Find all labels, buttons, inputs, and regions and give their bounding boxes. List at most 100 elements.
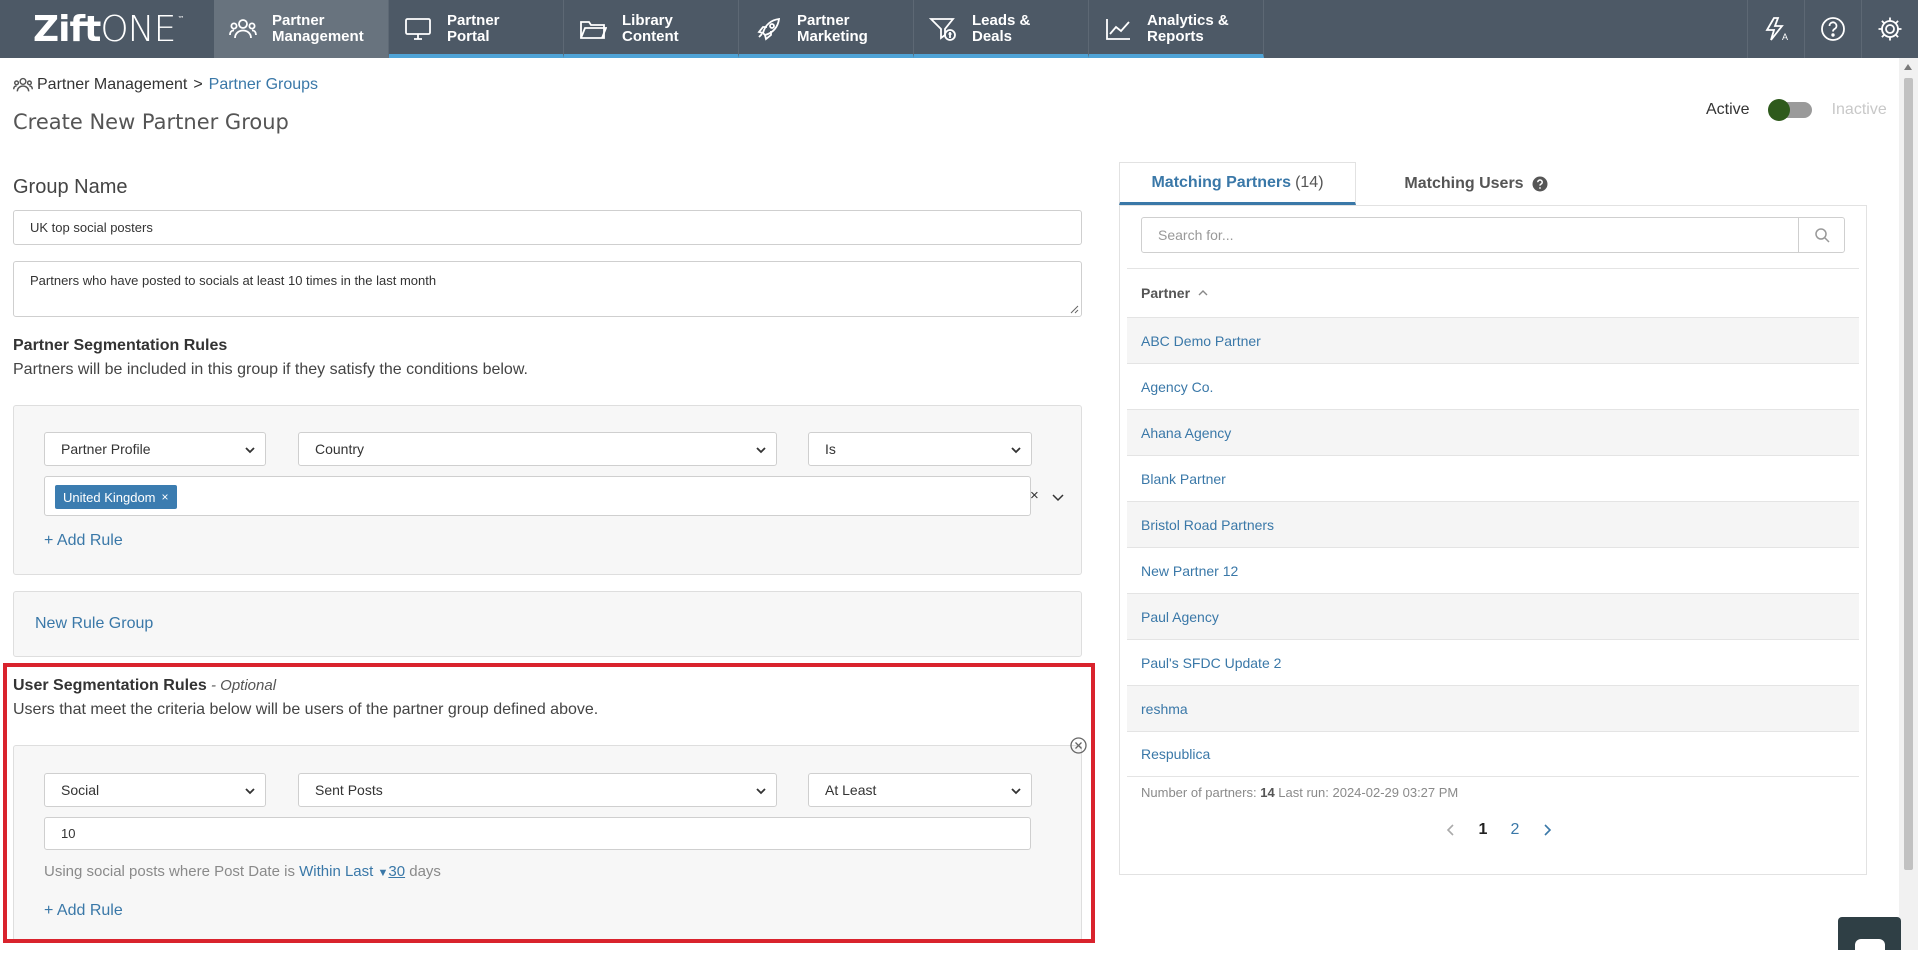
partner-list: ABC Demo Partner Agency Co. Ahana Agency…: [1127, 317, 1859, 777]
post-date-hint: Using social posts where Post Date is Wi…: [44, 863, 441, 880]
nav-tab-partner-management[interactable]: Partner Management: [214, 0, 389, 58]
sort-ascending-icon: [1198, 290, 1208, 296]
matching-panel: Matching Partners (14) Matching Users Pa…: [1119, 162, 1867, 875]
nav-tab-partner-marketing[interactable]: Partner Marketing: [739, 0, 914, 58]
chevron-down-icon: [245, 788, 255, 795]
top-navigation: Zift ONE ™ Partner Management Partner Po…: [0, 0, 1918, 58]
table-row[interactable]: Paul's SFDC Update 2: [1127, 639, 1859, 685]
svg-text:A: A: [1782, 32, 1788, 42]
table-row[interactable]: Blank Partner: [1127, 455, 1859, 501]
partner-rule-operator-select[interactable]: Is: [808, 432, 1032, 466]
nav-tab-leads-deals[interactable]: Leads & Deals: [914, 0, 1089, 58]
translate-icon[interactable]: A: [1747, 0, 1804, 58]
user-rule-field-select[interactable]: Sent Posts: [298, 773, 777, 807]
footer-label: Number of partners:: [1141, 785, 1261, 800]
help-icon[interactable]: [1804, 0, 1861, 58]
chat-widget-button[interactable]: [1838, 917, 1901, 955]
search-button[interactable]: [1798, 218, 1844, 252]
nav-tab-label: Partner Portal: [447, 12, 500, 45]
days-number-link[interactable]: 30: [388, 863, 405, 880]
rocket-icon: [753, 14, 783, 44]
user-rules-title: User Segmentation Rules - Optional: [13, 677, 276, 695]
group-name-input[interactable]: UK top social posters: [13, 210, 1082, 245]
user-rule-category-select[interactable]: Social: [44, 773, 266, 807]
within-last-dropdown[interactable]: Within Last: [299, 863, 373, 880]
page-scrollbar[interactable]: [1899, 58, 1918, 950]
scrollbar-thumb[interactable]: [1904, 78, 1913, 870]
user-add-rule-link[interactable]: + Add Rule: [44, 902, 123, 920]
partner-rule-field-select[interactable]: Country: [298, 432, 777, 466]
logo-text-bold: Zift: [33, 8, 101, 50]
close-circle-icon[interactable]: [1070, 737, 1087, 754]
active-inactive-switch[interactable]: [1767, 99, 1812, 121]
table-row[interactable]: reshma: [1127, 685, 1859, 731]
table-row[interactable]: Ahana Agency: [1127, 409, 1859, 455]
status-inactive-label: Inactive: [1831, 101, 1887, 118]
nav-tab-label: Leads & Deals: [972, 12, 1031, 45]
column-header-label: Partner: [1141, 285, 1191, 301]
line-chart-icon: [1103, 14, 1133, 44]
nav-tab-analytics-reports[interactable]: Analytics & Reports: [1089, 0, 1264, 58]
user-rules-description: Users that meet the criteria below will …: [13, 701, 599, 718]
select-value: Is: [825, 441, 836, 457]
caret-down-icon[interactable]: ▼: [378, 867, 389, 879]
question-circle-icon[interactable]: [1532, 176, 1548, 192]
chevron-down-icon: [1011, 788, 1021, 795]
breadcrumb-root[interactable]: Partner Management: [37, 76, 187, 94]
clear-selection-button[interactable]: ×: [1030, 487, 1039, 504]
partner-search-input[interactable]: [1142, 218, 1800, 252]
table-row[interactable]: Paul Agency: [1127, 593, 1859, 639]
table-row[interactable]: ABC Demo Partner: [1127, 317, 1859, 363]
new-rule-group-link[interactable]: New Rule Group: [35, 615, 153, 633]
nav-tab-library-content[interactable]: Library Content: [564, 0, 739, 58]
tab-matching-users[interactable]: Matching Users: [1356, 162, 1596, 205]
resize-grip-icon[interactable]: [1069, 304, 1079, 314]
gear-icon[interactable]: [1861, 0, 1918, 58]
chevron-down-icon[interactable]: [1051, 491, 1065, 505]
tab-label: Matching Users: [1404, 174, 1524, 192]
table-row[interactable]: New Partner 12: [1127, 547, 1859, 593]
tab-label: Matching Partners: [1151, 173, 1292, 191]
hint-suffix: days: [405, 863, 441, 880]
logo-text-light: ONE: [100, 8, 176, 50]
user-rules-title-text: User Segmentation Rules: [13, 677, 207, 694]
user-rule-operator-select[interactable]: At Least: [808, 773, 1032, 807]
group-description-text: Partners who have posted to socials at l…: [30, 273, 437, 288]
select-value: At Least: [825, 782, 877, 798]
footer-last-run: Last run: 2024-02-29 03:27 PM: [1274, 785, 1459, 800]
table-row[interactable]: Bristol Road Partners: [1127, 501, 1859, 547]
prev-page-button[interactable]: [1435, 820, 1467, 840]
next-page-button[interactable]: [1531, 820, 1563, 840]
table-row[interactable]: Respublica: [1127, 731, 1859, 777]
partner-count-info: Number of partners: 14 Last run: 2024-02…: [1141, 785, 1458, 800]
matching-partners-body: Partner ABC Demo Partner Agency Co. Ahan…: [1119, 205, 1867, 875]
group-name-heading: Group Name: [13, 176, 128, 198]
scroll-up-arrow[interactable]: [1904, 64, 1912, 70]
country-tag-input[interactable]: United Kingdom × ×: [44, 476, 1064, 516]
tab-matching-partners[interactable]: Matching Partners (14): [1119, 162, 1356, 205]
logo-trademark: ™: [177, 14, 184, 23]
tag-label: United Kingdom: [63, 489, 156, 505]
tab-count: (14): [1295, 173, 1324, 191]
optional-label: - Optional: [206, 677, 277, 694]
chevron-left-icon: [1446, 824, 1454, 836]
table-row[interactable]: Agency Co.: [1127, 363, 1859, 409]
user-rule-value-input[interactable]: 10: [44, 817, 1031, 850]
partner-rule-category-select[interactable]: Partner Profile: [44, 432, 266, 466]
nav-tab-label: Partner Management: [272, 12, 364, 45]
page-title: Create New Partner Group: [13, 110, 289, 134]
nav-tab-label: Library Content: [622, 12, 679, 45]
column-header-partner[interactable]: Partner: [1127, 268, 1859, 317]
ziftone-logo[interactable]: Zift ONE ™: [0, 0, 214, 58]
footer-count: 14: [1260, 785, 1275, 800]
breadcrumb-partner-groups[interactable]: Partner Groups: [209, 76, 318, 94]
tag-remove-button[interactable]: ×: [162, 490, 169, 504]
breadcrumb-separator: >: [193, 76, 203, 93]
group-description-textarea[interactable]: Partners who have posted to socials at l…: [13, 261, 1082, 317]
partner-add-rule-link[interactable]: + Add Rule: [44, 532, 123, 550]
nav-tab-partner-portal[interactable]: Partner Portal: [389, 0, 564, 58]
chevron-down-icon: [756, 788, 766, 795]
page-2-button[interactable]: 2: [1499, 821, 1531, 839]
page-1-button[interactable]: 1: [1467, 821, 1499, 839]
nav-tab-label: Partner Marketing: [797, 12, 868, 45]
